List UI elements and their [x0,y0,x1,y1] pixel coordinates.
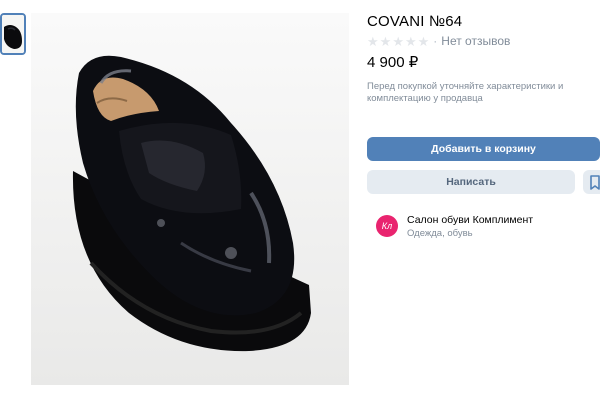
bookmark-button[interactable] [583,170,600,194]
star-icon: ★ [404,33,417,49]
message-button[interactable]: Написать [367,170,575,194]
star-icon: ★ [379,33,392,49]
rating[interactable]: ★ ★ ★ ★ ★ · Нет отзывов [367,34,510,48]
photo-thumbnail[interactable] [0,13,26,55]
shop-avatar[interactable]: Кл [376,215,398,237]
product-price: 4 900 ₽ [367,54,419,71]
star-icon: ★ [417,33,430,49]
shop-category: Одежда, обувь [407,228,473,239]
bookmark-icon [590,175,600,190]
shop-avatar-text: Кл [381,221,393,231]
shoe-thumbnail-image [2,15,24,53]
shop-name[interactable]: Салон обуви Комплимент [407,214,533,226]
star-icon: ★ [392,33,404,49]
product-title: COVANI №64 [367,13,463,30]
shoe-image [31,13,349,385]
star-icon: ★ [367,33,379,49]
reviews-count[interactable]: Нет отзывов [441,34,510,48]
seller-note: Перед покупкой уточняйте характеристики … [367,81,564,104]
product-photo[interactable] [31,13,349,385]
separator-dot: · [433,34,438,48]
add-to-cart-button[interactable]: Добавить в корзину [367,137,600,161]
